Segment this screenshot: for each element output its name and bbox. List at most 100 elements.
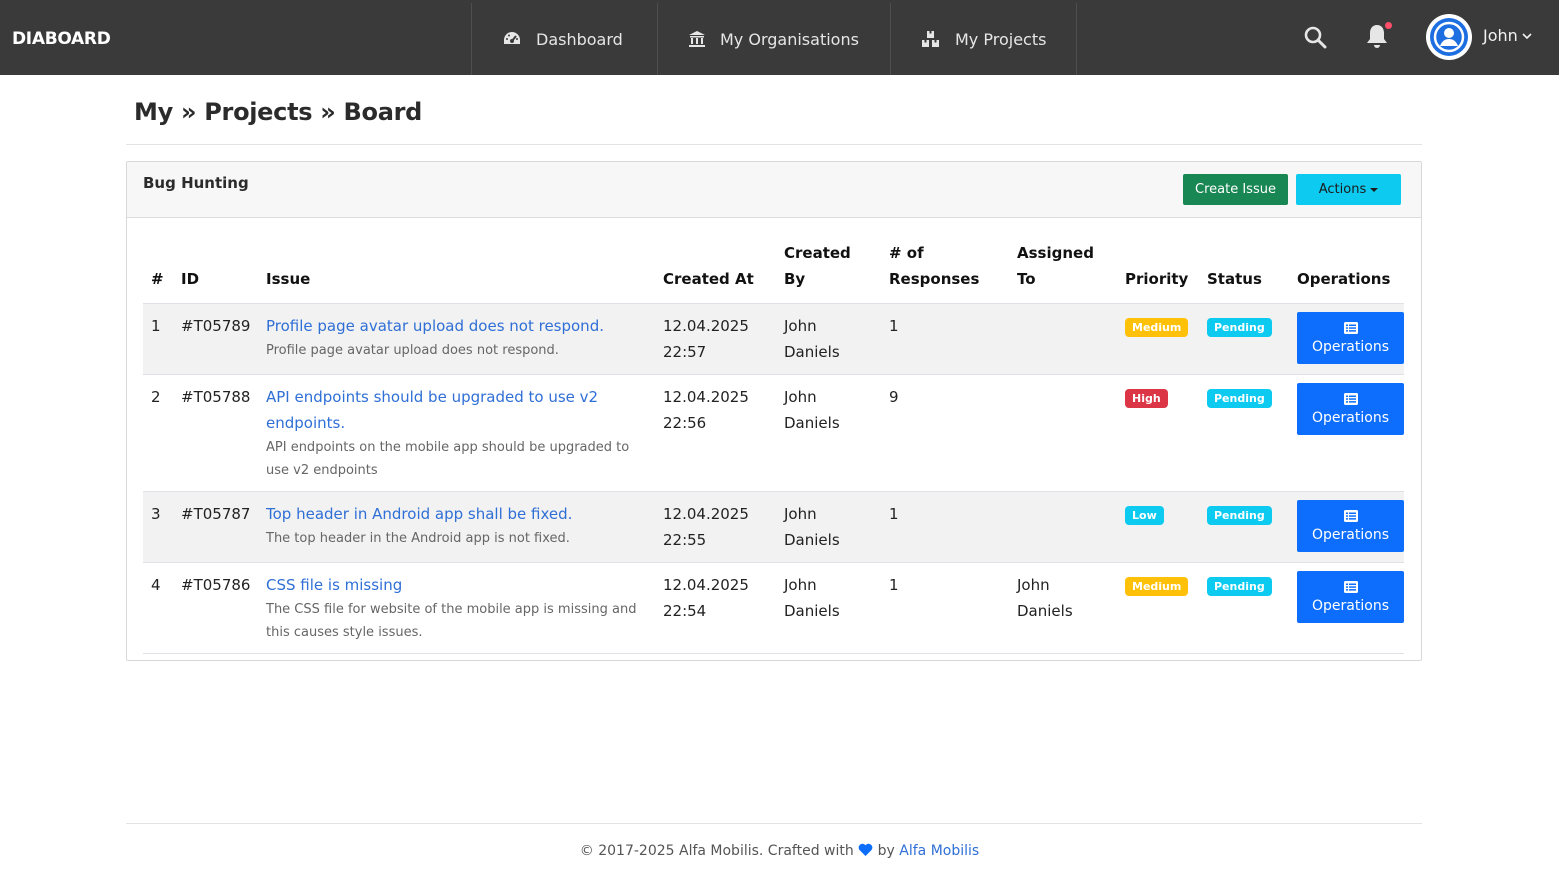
user-menu[interactable]: John (1483, 26, 1532, 45)
notification-dot (1385, 22, 1392, 29)
nav-label: Dashboard (536, 29, 623, 49)
row-operations: Operations (1289, 374, 1404, 492)
priority-badge: Medium (1125, 577, 1189, 596)
status-badge: Pending (1207, 318, 1272, 337)
issue-link[interactable]: CSS file is missing (266, 572, 647, 598)
row-num: 2 (143, 374, 173, 492)
issue-description: The top header in the Android app is not… (266, 531, 570, 546)
nav-item-my-projects[interactable]: My Projects (890, 3, 1077, 75)
row-id: #T05786 (173, 562, 258, 654)
header-priority: Priority (1117, 240, 1199, 304)
card-header: Bug Hunting Create Issue Actions (127, 162, 1421, 218)
operations-button[interactable]: Operations (1297, 383, 1404, 435)
footer-by: by (877, 843, 895, 859)
issues-table: # ID Issue Created At Created By # of Re… (143, 240, 1404, 654)
header-created-at: Created At (655, 240, 776, 304)
list-icon (1343, 321, 1358, 334)
list-icon (1343, 580, 1358, 593)
table-row: 1 #T05789 Profile page avatar upload doe… (143, 303, 1404, 375)
header-assigned-to: Assigned To (1009, 240, 1117, 304)
header-operations: Operations (1289, 240, 1404, 304)
row-responses: 1 (881, 491, 1009, 563)
issue-description: Profile page avatar upload does not resp… (266, 343, 559, 358)
bank-icon (689, 31, 705, 47)
footer-copyright: © 2017-2025 Alfa Mobilis. Crafted with (579, 843, 854, 859)
row-created-at: 12.04.2025 22:56 (655, 374, 776, 492)
table-row: 3 #T05787 Top header in Android app shal… (143, 491, 1404, 563)
actions-dropdown-button[interactable]: Actions (1296, 174, 1401, 205)
row-num: 3 (143, 491, 173, 563)
row-created-by: John Daniels (776, 491, 881, 563)
list-icon (1343, 509, 1358, 522)
operations-button[interactable]: Operations (1297, 500, 1404, 552)
issue-link[interactable]: API endpoints should be upgraded to use … (266, 384, 647, 436)
user-name: John (1483, 26, 1518, 45)
row-created-at: 12.04.2025 22:54 (655, 562, 776, 654)
user-avatar[interactable] (1426, 14, 1472, 60)
row-assigned-to: John Daniels (1009, 562, 1117, 654)
row-issue: CSS file is missing The CSS file for web… (258, 562, 655, 654)
row-created-by: John Daniels (776, 562, 881, 654)
brand-logo[interactable]: DIABOARD (12, 0, 111, 75)
gauge-icon (504, 32, 520, 44)
create-issue-button[interactable]: Create Issue (1183, 174, 1288, 205)
row-priority: Low (1117, 491, 1199, 563)
nav-label: My Projects (955, 29, 1047, 49)
search-button[interactable] (1302, 24, 1328, 50)
footer-company-link[interactable]: Alfa Mobilis (899, 843, 979, 859)
page-title: My » Projects » Board (134, 98, 423, 126)
operations-button[interactable]: Operations (1297, 312, 1404, 364)
header-num: # (143, 240, 173, 304)
row-issue: Top header in Android app shall be fixed… (258, 491, 655, 563)
row-status: Pending (1199, 491, 1289, 563)
row-assigned-to (1009, 491, 1117, 563)
table-row: 4 #T05786 CSS file is missing The CSS fi… (143, 562, 1404, 654)
footer: © 2017-2025 Alfa Mobilis. Crafted with b… (0, 843, 1559, 859)
list-icon (1343, 392, 1358, 405)
row-created-at: 12.04.2025 22:55 (655, 491, 776, 563)
row-created-by: John Daniels (776, 303, 881, 375)
priority-badge: High (1125, 389, 1168, 408)
priority-badge: Medium (1125, 318, 1189, 337)
footer-divider (126, 823, 1422, 824)
row-num: 1 (143, 303, 173, 375)
row-responses: 1 (881, 562, 1009, 654)
row-created-by: John Daniels (776, 374, 881, 492)
table-row: 2 #T05788 API endpoints should be upgrad… (143, 374, 1404, 492)
row-assigned-to (1009, 303, 1117, 375)
search-icon (1304, 26, 1327, 49)
row-assigned-to (1009, 374, 1117, 492)
caret-down-icon (1370, 187, 1379, 192)
row-priority: Medium (1117, 303, 1199, 375)
priority-badge: Low (1125, 506, 1164, 525)
row-status: Pending (1199, 374, 1289, 492)
operations-button[interactable]: Operations (1297, 571, 1404, 623)
row-issue: Profile page avatar upload does not resp… (258, 303, 655, 375)
card-title: Bug Hunting (143, 174, 249, 192)
nav-item-dashboard[interactable]: Dashboard (471, 3, 658, 75)
status-badge: Pending (1207, 389, 1272, 408)
nav-item-my-organisations[interactable]: My Organisations (657, 3, 891, 75)
issue-description: API endpoints on the mobile app should b… (266, 440, 630, 478)
status-badge: Pending (1207, 506, 1272, 525)
issue-link[interactable]: Top header in Android app shall be fixed… (266, 501, 647, 527)
header-status: Status (1199, 240, 1289, 304)
issue-link[interactable]: Profile page avatar upload does not resp… (266, 313, 647, 339)
row-priority: High (1117, 374, 1199, 492)
row-operations: Operations (1289, 303, 1404, 375)
issue-description: The CSS file for website of the mobile a… (266, 602, 637, 640)
row-responses: 1 (881, 303, 1009, 375)
row-created-at: 12.04.2025 22:57 (655, 303, 776, 375)
header-created-by: Created By (776, 240, 881, 304)
user-icon (1433, 21, 1465, 53)
row-status: Pending (1199, 303, 1289, 375)
boxes-icon (922, 31, 939, 47)
status-badge: Pending (1207, 577, 1272, 596)
table-header-row: # ID Issue Created At Created By # of Re… (143, 240, 1404, 304)
project-board-card: Bug Hunting Create Issue Actions # ID Is… (126, 161, 1422, 661)
notifications-button[interactable] (1363, 22, 1392, 52)
heart-icon (858, 843, 873, 856)
top-navbar: DIABOARD Dashboard My Organisations My P… (0, 0, 1559, 75)
nav-label: My Organisations (720, 29, 859, 49)
row-status: Pending (1199, 562, 1289, 654)
